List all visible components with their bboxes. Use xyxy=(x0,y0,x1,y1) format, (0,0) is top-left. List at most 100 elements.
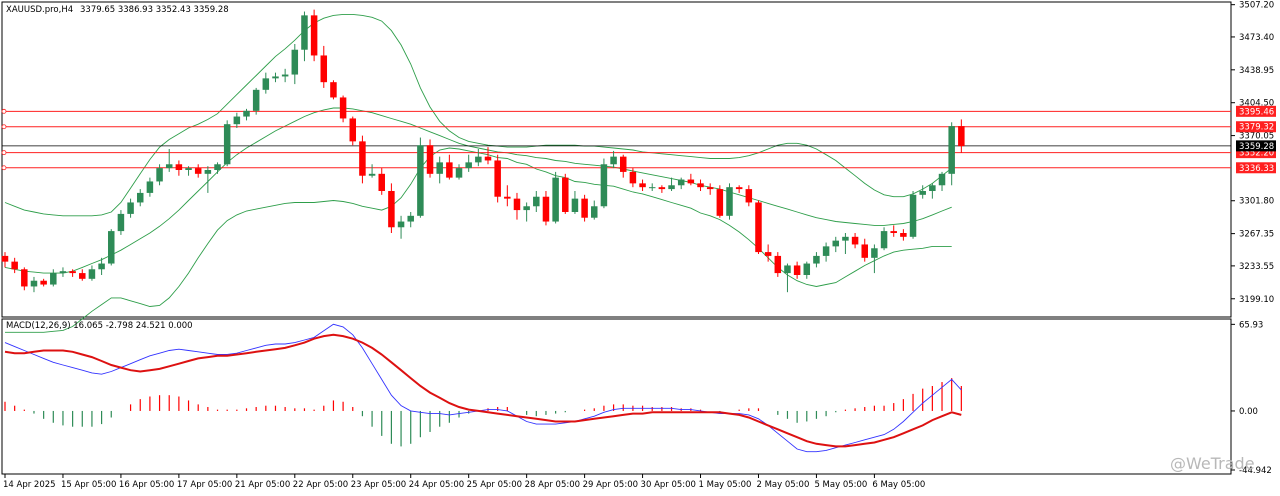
watermark-text: @WeTrade xyxy=(1170,454,1255,473)
time-tick-label: 28 Apr 05:00 xyxy=(525,480,580,490)
time-tick-label: 2 May 05:00 xyxy=(756,480,809,490)
candle-body xyxy=(262,78,270,90)
candle-body xyxy=(397,221,405,228)
candle-body xyxy=(127,202,134,214)
candle-body xyxy=(648,187,656,189)
symbol-label: XAUUSD.pro,H4 xyxy=(6,5,73,15)
candle-body xyxy=(600,164,608,207)
candle-body xyxy=(310,15,318,56)
candle-body xyxy=(958,126,965,147)
level-anchor-marker[interactable] xyxy=(1,150,7,156)
candle-body xyxy=(880,231,888,249)
candle-body xyxy=(301,15,308,50)
candle-body xyxy=(668,185,675,190)
price-tick-label: 3233.55 xyxy=(1239,262,1274,272)
time-tick-label: 1 May 05:00 xyxy=(699,480,752,490)
candle-body xyxy=(272,76,279,79)
candle-body xyxy=(281,74,289,77)
candle-body xyxy=(504,196,511,199)
candle-body xyxy=(252,89,260,111)
time-tick-label: 21 Apr 05:00 xyxy=(235,480,290,490)
time-tick-label: 17 Apr 05:00 xyxy=(177,480,232,490)
candle-body xyxy=(542,196,550,222)
candle-body xyxy=(919,191,926,195)
candle-body xyxy=(813,255,820,264)
candle-body xyxy=(59,271,67,274)
candle-body xyxy=(755,202,762,253)
candle-body xyxy=(378,173,385,191)
candle-body xyxy=(136,192,144,203)
candle-body xyxy=(185,168,192,170)
candle-body xyxy=(88,269,96,279)
candle-body xyxy=(513,198,521,211)
candle-body xyxy=(11,261,18,270)
price-tick-label: 3199.10 xyxy=(1239,295,1274,305)
candle-body xyxy=(1,255,9,262)
candle-body xyxy=(233,116,241,125)
candle-body xyxy=(446,162,453,178)
candle-body xyxy=(938,173,946,186)
level-anchor-marker[interactable] xyxy=(1,124,7,130)
candle-body xyxy=(552,177,559,222)
price-tick-label: 3301.80 xyxy=(1239,197,1274,207)
candle-body xyxy=(436,162,443,174)
price-tick-label: 3507.20 xyxy=(1239,1,1274,11)
price-tick-label: 3438.95 xyxy=(1239,66,1274,76)
candle-body xyxy=(388,191,395,228)
candle-body xyxy=(243,110,250,117)
candle-body xyxy=(146,181,154,193)
candle-body xyxy=(50,273,57,285)
candle-body xyxy=(98,263,105,270)
candle-body xyxy=(793,265,801,275)
candle-body xyxy=(716,189,724,216)
candle-body xyxy=(330,82,337,98)
candle-body xyxy=(165,164,173,169)
macd-panel-frame xyxy=(1,318,1232,475)
candle-body xyxy=(368,173,376,176)
candle-body xyxy=(822,246,830,256)
candle-body xyxy=(349,118,357,142)
candle-body xyxy=(475,156,482,163)
candle-body xyxy=(40,280,47,285)
candle-body xyxy=(861,244,868,258)
candle-body xyxy=(533,196,540,207)
time-tick-label: 25 Apr 05:00 xyxy=(467,480,522,490)
current-price-label: 3359.28 xyxy=(1239,142,1274,152)
candle-body xyxy=(629,171,637,184)
price-chart-svg[interactable]: 3507.203473.403438.953404.503370.053301.… xyxy=(0,0,1280,492)
candle-body xyxy=(465,162,472,169)
time-tick-label: 5 May 05:00 xyxy=(814,480,867,490)
candle-body xyxy=(687,179,695,184)
candle-body xyxy=(774,255,782,274)
level-price-label: 3379.32 xyxy=(1239,123,1274,133)
candle-body xyxy=(79,273,86,279)
macd-title: MACD(12,26,9) 16.065 -2.798 24.521 0.000 xyxy=(6,321,193,331)
candle-body xyxy=(494,160,501,197)
candle-body xyxy=(745,189,753,203)
candle-body xyxy=(890,231,897,233)
candle-body xyxy=(900,233,907,237)
candle-body xyxy=(108,231,115,264)
candle-body xyxy=(69,271,76,274)
candle-body xyxy=(909,194,917,237)
candle-body xyxy=(871,248,878,258)
candle-body xyxy=(803,263,811,275)
candle-body xyxy=(156,168,163,182)
candle-body xyxy=(455,168,463,178)
candle-body xyxy=(426,145,434,174)
chart-window[interactable]: 3507.20 3473.40 3438.95 3404.50 3370.05 3301.… xyxy=(0,0,1280,492)
candle-body xyxy=(697,183,704,188)
candle-body xyxy=(591,206,598,218)
candle-body xyxy=(929,185,936,191)
macd-axis: 65.930.00-44.942 xyxy=(1231,320,1272,476)
candle-body xyxy=(581,198,588,218)
level-anchor-marker[interactable] xyxy=(1,108,7,114)
candle-body xyxy=(214,164,221,170)
time-tick-label: 24 Apr 05:00 xyxy=(409,480,464,490)
level-anchor-marker[interactable] xyxy=(1,165,7,171)
candle-body xyxy=(677,179,685,186)
candle-body xyxy=(610,156,617,165)
candle-body xyxy=(619,156,627,172)
candle-body xyxy=(706,187,714,190)
candle-body xyxy=(832,240,840,247)
